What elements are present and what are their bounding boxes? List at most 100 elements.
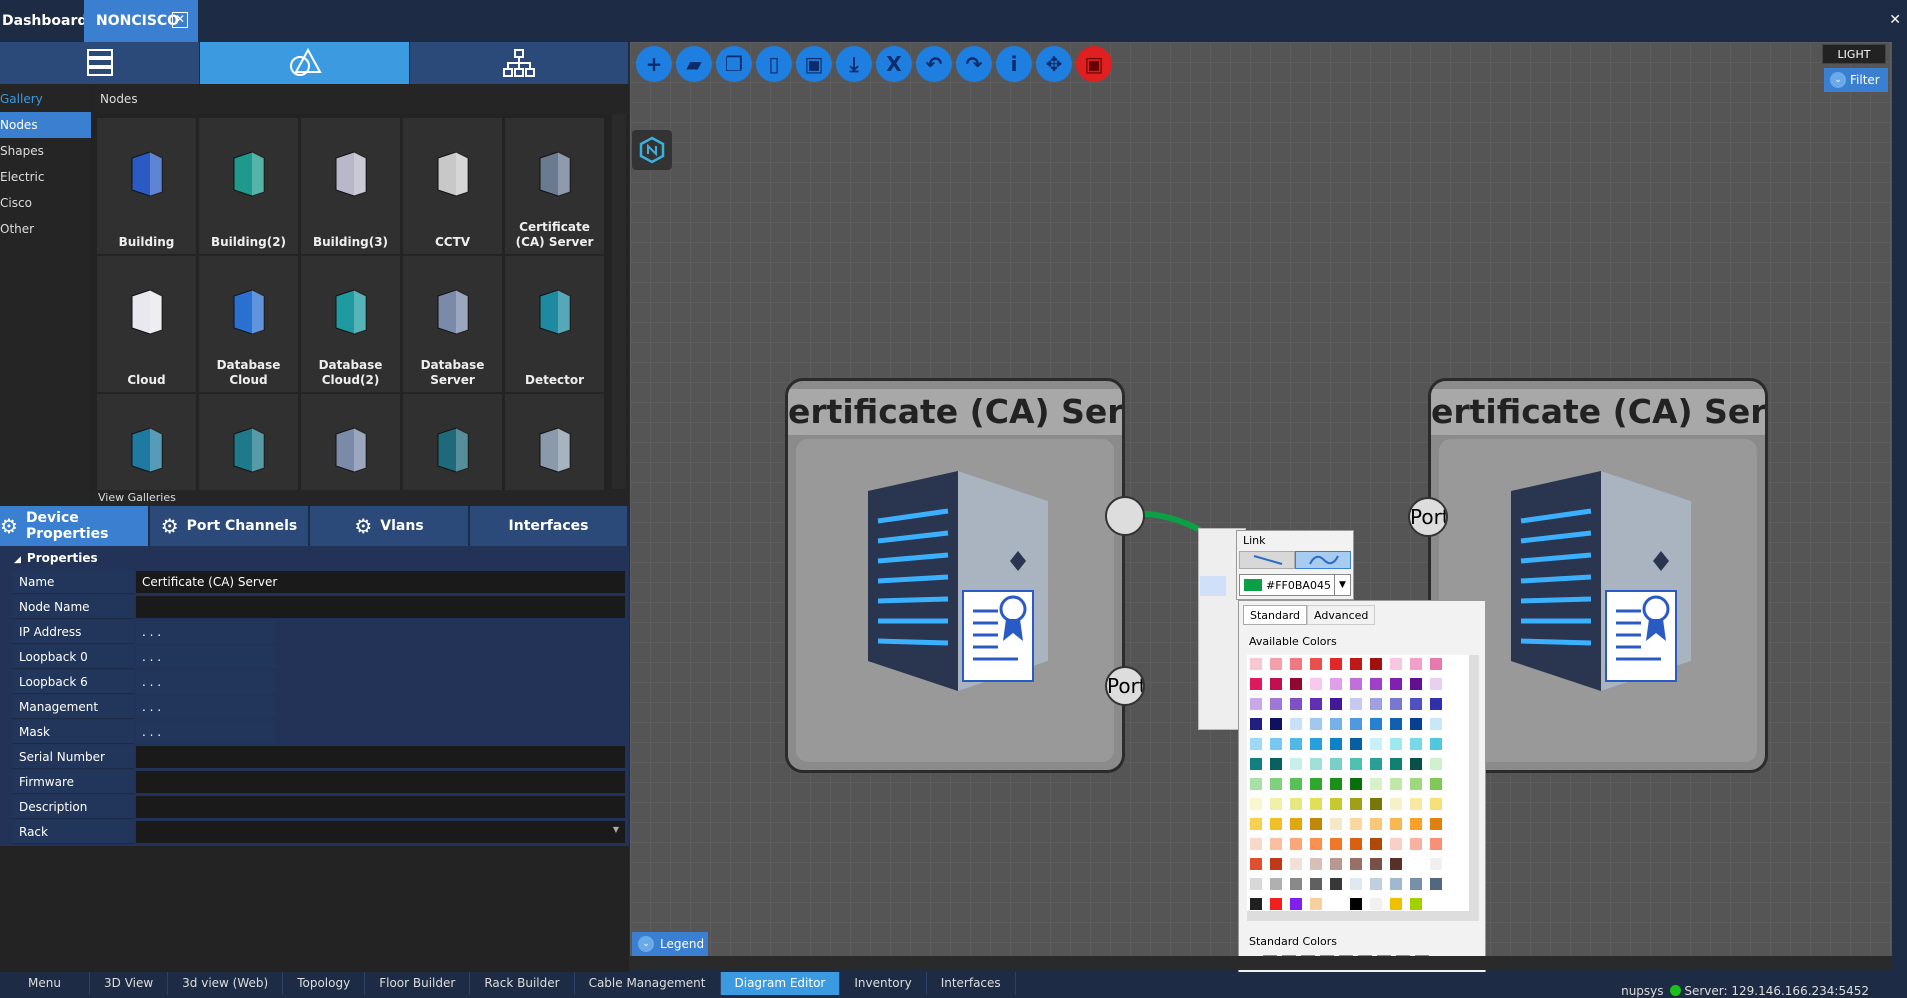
color-swatch[interactable] [1249,657,1263,671]
color-swatch[interactable] [1429,737,1443,751]
color-swatch[interactable] [1409,857,1423,871]
color-swatch[interactable] [1349,717,1363,731]
color-swatch[interactable] [1389,717,1403,731]
excel-icon[interactable]: X [876,46,912,82]
hierarchy-icon[interactable] [410,42,629,84]
straight-link-icon[interactable] [1239,551,1295,569]
color-swatch[interactable] [1249,897,1263,911]
save-red-icon[interactable]: ▣ [1076,46,1112,82]
color-swatch[interactable] [1409,877,1423,891]
layers-icon[interactable]: ▰ [676,46,712,82]
gallery-item[interactable]: Detector [505,256,604,392]
color-swatch[interactable] [1349,857,1363,871]
color-swatch[interactable] [1349,817,1363,831]
bottom-tab[interactable]: Inventory [840,972,927,995]
color-swatch[interactable] [1329,857,1343,871]
tab-advanced[interactable]: Advanced [1307,605,1376,625]
color-swatch[interactable] [1289,717,1303,731]
property-value-field[interactable]: . . . [136,621,276,643]
color-swatch[interactable] [1409,737,1423,751]
server-rack-icon[interactable] [0,42,200,84]
gallery-nav-cisco[interactable]: Cisco [0,190,91,216]
property-value-field[interactable]: . . . [136,696,276,718]
color-swatch[interactable] [1269,797,1283,811]
color-swatch[interactable] [1309,817,1323,831]
bottom-tab[interactable]: Topology [283,972,366,995]
color-swatch[interactable] [1329,657,1343,671]
color-swatch[interactable] [1389,797,1403,811]
color-swatch[interactable] [1289,877,1303,891]
gallery-item[interactable] [199,394,298,490]
gallery-item[interactable] [97,394,196,490]
color-swatch[interactable] [1309,657,1323,671]
gallery-item[interactable]: Database Cloud [199,256,298,392]
color-swatch[interactable] [1349,757,1363,771]
color-swatch[interactable] [1429,757,1443,771]
color-swatch[interactable] [1249,877,1263,891]
color-swatch[interactable] [1249,757,1263,771]
paint-bucket-icon[interactable] [1200,576,1226,596]
bottom-tab[interactable]: Floor Builder [365,972,471,995]
filter-button[interactable]: ⌄ Filter [1824,68,1888,92]
color-swatch[interactable] [1249,857,1263,871]
color-swatch[interactable] [1369,757,1383,771]
property-value-field[interactable]: Certificate (CA) Server [136,571,625,593]
color-swatch[interactable] [1429,797,1443,811]
color-swatch[interactable] [1369,877,1383,891]
color-swatch[interactable] [1409,777,1423,791]
shapes-icon[interactable] [200,42,410,84]
curved-link-icon[interactable] [1295,551,1351,569]
color-swatch[interactable] [1269,757,1283,771]
color-swatch[interactable] [1269,877,1283,891]
color-swatch[interactable] [1329,717,1343,731]
property-value-field[interactable] [136,746,625,768]
color-swatch[interactable] [1289,857,1303,871]
color-swatch[interactable] [1369,797,1383,811]
property-value-field[interactable] [136,821,625,843]
redo-icon[interactable]: ↷ [956,46,992,82]
color-swatch[interactable] [1289,677,1303,691]
color-swatch[interactable] [1269,657,1283,671]
gallery-item[interactable]: Certificate (CA) Server [505,118,604,254]
gallery-item[interactable]: Database Server [403,256,502,392]
color-swatch[interactable] [1389,897,1403,911]
bottom-tab[interactable]: Interfaces [927,972,1016,995]
color-swatch[interactable] [1429,677,1443,691]
save-icon[interactable]: ▣ [796,46,832,82]
theme-light-toggle[interactable]: LIGHT [1822,44,1886,64]
bottom-tab[interactable]: Menu [0,972,90,995]
undo-icon[interactable]: ↶ [916,46,952,82]
color-swatch[interactable] [1389,877,1403,891]
color-swatch[interactable] [1289,737,1303,751]
gallery-nav-nodes[interactable]: Nodes [0,112,91,138]
color-swatch[interactable] [1369,777,1383,791]
color-swatch[interactable] [1349,697,1363,711]
gallery-item[interactable]: Cloud [97,256,196,392]
window-close-icon[interactable]: ✕ [1889,12,1901,28]
color-swatch[interactable] [1429,817,1443,831]
property-value-field[interactable]: . . . [136,671,276,693]
color-swatch[interactable] [1349,737,1363,751]
color-swatch[interactable] [1269,837,1283,851]
tab-device-properties[interactable]: ⚙ Device Properties [0,506,150,546]
color-swatch[interactable] [1349,897,1363,911]
color-swatch[interactable] [1309,677,1323,691]
color-picker-scrollbar[interactable] [1469,655,1479,911]
color-swatch[interactable] [1249,777,1263,791]
view-galleries-link[interactable]: View Galleries [92,490,629,506]
gallery-nav-shapes[interactable]: Shapes [0,138,91,164]
color-swatch[interactable] [1369,657,1383,671]
port-left-bottom[interactable]: Port [1105,666,1145,706]
color-swatch[interactable] [1409,757,1423,771]
color-swatch[interactable] [1429,717,1443,731]
color-swatch[interactable] [1309,697,1323,711]
color-swatch[interactable] [1249,817,1263,831]
color-swatch[interactable] [1389,757,1403,771]
color-swatch[interactable] [1269,717,1283,731]
color-swatch[interactable] [1349,777,1363,791]
color-swatch[interactable] [1389,777,1403,791]
color-swatch[interactable] [1369,677,1383,691]
color-swatch[interactable] [1409,837,1423,851]
port-right[interactable]: Port [1408,497,1448,537]
gallery-item[interactable]: Building(2) [199,118,298,254]
